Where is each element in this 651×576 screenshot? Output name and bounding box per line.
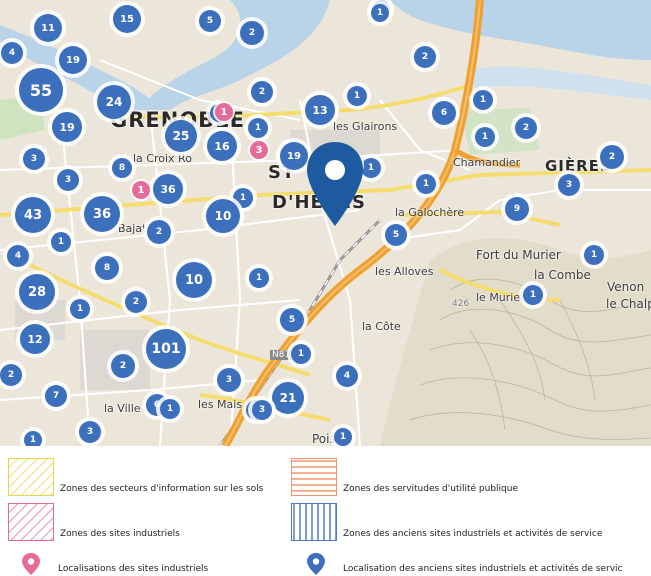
orange-hatch-swatch-icon xyxy=(291,458,337,496)
legend-label: Localisations des sites industriels xyxy=(58,564,209,574)
place-label-les-mais: les Mais xyxy=(198,398,243,411)
marker-cluster[interactable]: 1 xyxy=(371,4,389,22)
marker-cluster[interactable]: 5 xyxy=(385,224,407,246)
marker-cluster[interactable]: 4 xyxy=(336,365,358,387)
marker-cluster[interactable]: 2 xyxy=(515,117,537,139)
marker-cluster[interactable]: 1 xyxy=(475,127,495,147)
place-label-la-croix-ro: la Croix Ro xyxy=(133,152,192,165)
legend-item-servitudes: Zones des servitudes d'utilité publique xyxy=(291,458,518,496)
marker-cluster[interactable]: 1 xyxy=(523,285,543,305)
marker-cluster[interactable]: 3 xyxy=(217,368,241,392)
blue-hatch-swatch-icon xyxy=(291,503,337,541)
industrial-site-cluster[interactable]: 3 xyxy=(250,141,268,159)
marker-cluster[interactable]: 2 xyxy=(111,354,135,378)
marker-cluster[interactable]: 1 xyxy=(473,90,493,110)
place-label-fort-du-murier: Fort du Murier xyxy=(476,248,561,262)
marker-cluster[interactable]: 8 xyxy=(95,256,119,280)
road-shield-n87: N87 xyxy=(270,350,293,360)
place-label-venon: Venon xyxy=(607,280,645,294)
marker-cluster[interactable]: 1 xyxy=(249,268,269,288)
marker-cluster[interactable]: 13 xyxy=(305,95,335,125)
map-canvas[interactable]: GRENOBLE la Croix Ro ST D'HÈRES les Glai… xyxy=(0,0,651,446)
legend-label: Zones des sites industriels xyxy=(60,529,180,539)
marker-cluster[interactable]: 16 xyxy=(207,131,237,161)
marker-cluster[interactable]: 2 xyxy=(147,220,171,244)
marker-cluster[interactable]: 4 xyxy=(7,245,29,267)
marker-cluster[interactable]: 15 xyxy=(113,5,141,33)
marker-cluster[interactable]: 2 xyxy=(251,81,273,103)
marker-cluster[interactable]: 4 xyxy=(1,42,23,64)
marker-cluster[interactable]: 8 xyxy=(112,158,132,178)
marker-cluster[interactable]: 1 xyxy=(416,174,436,194)
marker-cluster[interactable]: 1 xyxy=(51,232,71,252)
marker-cluster[interactable]: 9 xyxy=(505,197,529,221)
marker-cluster[interactable]: 2 xyxy=(0,364,22,386)
marker-cluster[interactable]: 2 xyxy=(600,145,624,169)
place-label-les-alloves: les Alloves xyxy=(375,265,434,278)
legend-label: Zones des servitudes d'utilité publique xyxy=(343,484,518,494)
marker-cluster[interactable]: 1 xyxy=(347,86,367,106)
place-label-la-ville: la Ville xyxy=(104,402,141,415)
place-label-le-chalp: le Chalp xyxy=(606,297,651,311)
legend-item-sites-industriels: Zones des sites industriels xyxy=(8,503,180,541)
marker-cluster[interactable]: 1 xyxy=(584,245,604,265)
marker-cluster[interactable]: 21 xyxy=(272,382,304,414)
marker-cluster[interactable]: 36 xyxy=(153,174,183,204)
legend-label: Zones des anciens sites industriels et a… xyxy=(343,529,603,539)
pink-pin-icon xyxy=(22,553,40,575)
marker-cluster[interactable]: 43 xyxy=(15,197,51,233)
marker-cluster[interactable]: 19 xyxy=(59,46,87,74)
marker-cluster[interactable]: 1 xyxy=(334,428,352,446)
marker-cluster[interactable]: 6 xyxy=(432,101,456,125)
place-label-la-combe: la Combe xyxy=(534,268,591,282)
pink-hatch-swatch-icon xyxy=(8,503,54,541)
marker-cluster[interactable]: 1 xyxy=(24,431,42,446)
marker-cluster[interactable]: 5 xyxy=(199,10,221,32)
legend-item-secteurs-information-sols: Zones des secteurs d'information sur les… xyxy=(8,458,263,496)
elevation-label: 426 xyxy=(452,299,470,309)
marker-cluster[interactable]: 19 xyxy=(52,112,82,142)
place-label-la-cote: la Côte xyxy=(362,320,401,333)
place-label-chamandier: Chamandier xyxy=(453,156,521,169)
marker-cluster[interactable]: 1 xyxy=(160,399,180,419)
marker-cluster[interactable]: 3 xyxy=(79,421,101,443)
legend-item-localisation-anciens-sites: Localisation des anciens sites industrie… xyxy=(305,552,623,576)
legend-label: Zones des secteurs d'information sur les… xyxy=(60,484,264,494)
place-label-bajat: Bajat xyxy=(118,222,147,235)
marker-cluster[interactable]: 10 xyxy=(176,262,212,298)
marker-cluster[interactable]: 25 xyxy=(165,120,197,152)
marker-cluster[interactable]: 2 xyxy=(125,291,147,313)
industrial-site-cluster[interactable]: 1 xyxy=(215,103,233,121)
marker-cluster[interactable]: 12 xyxy=(20,324,50,354)
industrial-site-cluster[interactable]: 1 xyxy=(132,181,150,199)
marker-cluster[interactable]: 11 xyxy=(34,14,62,42)
marker-cluster[interactable]: 55 xyxy=(19,68,63,112)
marker-cluster[interactable]: 3 xyxy=(57,169,79,191)
selected-location-marker-icon[interactable] xyxy=(304,140,366,228)
marker-cluster[interactable]: 36 xyxy=(84,196,120,232)
marker-cluster[interactable]: 3 xyxy=(252,400,272,420)
legend: Zones des secteurs d'information sur les… xyxy=(0,446,651,576)
marker-cluster[interactable]: 3 xyxy=(23,148,45,170)
legend-item-anciens-sites: Zones des anciens sites industriels et a… xyxy=(291,503,602,541)
marker-cluster[interactable]: 10 xyxy=(206,199,240,233)
place-label-le-murier: le Murier xyxy=(476,291,525,304)
marker-cluster[interactable]: 1 xyxy=(248,118,268,138)
legend-label: Localisation des anciens sites industrie… xyxy=(343,564,623,574)
place-label-les-glairons: les Glairons xyxy=(333,120,398,133)
marker-cluster[interactable]: 7 xyxy=(45,385,67,407)
blue-pin-icon xyxy=(307,553,325,575)
marker-cluster[interactable]: 101 xyxy=(146,329,186,369)
place-label-la-galochere: la Galochère xyxy=(395,206,465,219)
legend-item-localisations-sites: Localisations des sites industriels xyxy=(20,552,208,576)
marker-cluster[interactable]: 5 xyxy=(280,308,304,332)
marker-cluster[interactable]: 1 xyxy=(291,344,311,364)
marker-cluster[interactable]: 3 xyxy=(558,174,580,196)
marker-cluster[interactable]: 28 xyxy=(19,274,55,310)
marker-cluster[interactable]: 24 xyxy=(97,85,131,119)
yellow-hatch-swatch-icon xyxy=(8,458,54,496)
marker-cluster[interactable]: 2 xyxy=(240,21,264,45)
marker-cluster[interactable]: 1 xyxy=(70,299,90,319)
marker-cluster[interactable]: 2 xyxy=(414,46,436,68)
